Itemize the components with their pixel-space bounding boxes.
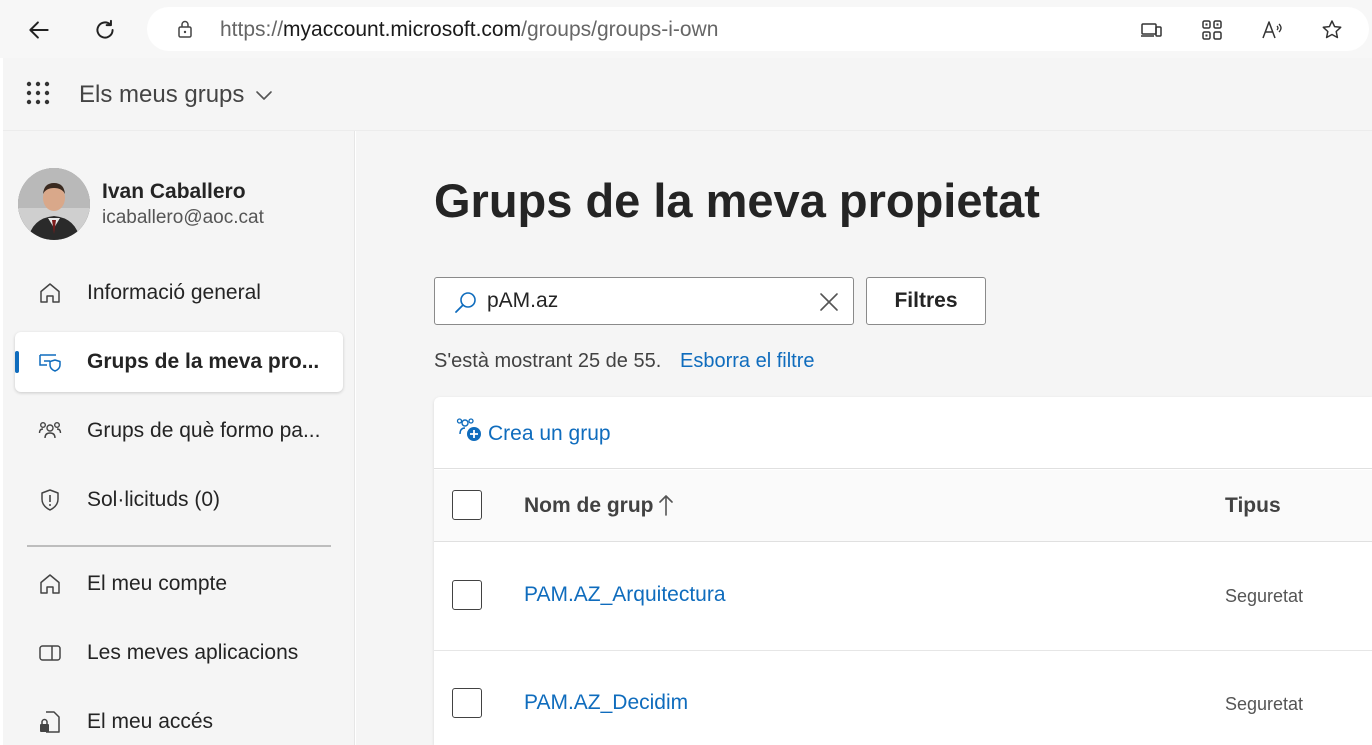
home-icon <box>37 571 63 597</box>
select-all-checkbox[interactable] <box>452 490 482 520</box>
app-header: Els meus grups <box>3 58 1372 131</box>
clear-filter-link[interactable]: Esborra el filtre <box>680 350 815 373</box>
row-checkbox[interactable] <box>452 688 482 718</box>
back-arrow-icon <box>29 21 49 39</box>
filters-button[interactable]: Filtres <box>866 277 986 325</box>
device-icon[interactable] <box>1138 17 1164 43</box>
user-name: Ivan Caballero <box>102 180 246 203</box>
sidebar-divider <box>27 545 331 547</box>
row-checkbox[interactable] <box>452 580 482 610</box>
sidebar-item-groups-member[interactable]: Grups de què formo pa... <box>15 401 343 461</box>
sidebar-item-my-access[interactable]: El meu accés <box>15 692 343 745</box>
sidebar-item-label: Informació general <box>87 281 261 304</box>
table-row[interactable]: PAM.AZ_Arquitectura Seguretat <box>434 543 1372 651</box>
add-group-icon[interactable] <box>456 417 484 445</box>
lock-icon <box>178 20 192 38</box>
app-switcher[interactable]: Els meus grups <box>79 81 274 109</box>
sidebar-item-my-account[interactable]: El meu compte <box>15 554 343 614</box>
url-text: https://myaccount.microsoft.com/groups/g… <box>220 18 719 41</box>
app-title: Els meus grups <box>79 81 245 108</box>
group-type: Seguretat <box>1225 586 1304 606</box>
group-type: Seguretat <box>1225 694 1304 714</box>
sidebar-item-label: Sol·licituds (0) <box>87 488 221 511</box>
lock-document-icon <box>37 709 63 735</box>
sidebar: Ivan Caballero icaballero@aoc.cat Inform… <box>3 131 355 745</box>
column-header-name[interactable]: Nom de grup <box>524 494 654 518</box>
command-bar: Crea un grup <box>434 397 1372 469</box>
search-box[interactable] <box>434 277 854 325</box>
table-row[interactable]: PAM.AZ_Decidim Seguretat <box>434 651 1372 745</box>
create-group-button[interactable]: Crea un grup <box>488 422 611 446</box>
qr-code-icon[interactable] <box>1199 17 1225 43</box>
sidebar-item-my-apps[interactable]: Les meves aplicacions <box>15 623 343 683</box>
app-launcher-icon[interactable] <box>25 80 51 106</box>
group-name-link[interactable]: PAM.AZ_Arquitectura <box>524 583 726 607</box>
search-icon <box>455 292 476 313</box>
search-input[interactable] <box>487 286 807 316</box>
refresh-button[interactable] <box>85 10 125 50</box>
sidebar-item-label: El meu compte <box>87 572 228 595</box>
sidebar-item-label: El meu accés <box>87 710 214 733</box>
back-button[interactable] <box>19 10 59 50</box>
user-photo <box>18 168 90 240</box>
user-email: icaballero@aoc.cat <box>102 207 264 228</box>
read-aloud-icon[interactable] <box>1259 17 1285 43</box>
avatar[interactable] <box>18 168 90 240</box>
group-shield-icon <box>37 349 63 375</box>
sidebar-item-label: Grups de què formo pa... <box>87 419 321 442</box>
result-count: S'està mostrant 25 de 55. <box>434 350 662 372</box>
sidebar-item-label: Grups de la meva pro... <box>87 350 320 373</box>
sidebar-item-groups-i-own[interactable]: Grups de la meva pro... <box>15 332 343 392</box>
people-community-icon <box>37 418 63 444</box>
page-title: Grups de la meva propietat <box>434 174 1040 227</box>
refresh-icon <box>96 19 114 39</box>
shield-icon <box>37 487 63 513</box>
browser-toolbar: https://myaccount.microsoft.com/groups/g… <box>0 0 1372 58</box>
group-name-link[interactable]: PAM.AZ_Decidim <box>524 691 688 715</box>
favorite-star-icon[interactable] <box>1319 17 1345 43</box>
apps-icon <box>37 640 63 666</box>
home-icon <box>37 280 63 306</box>
sort-ascending-icon[interactable] <box>656 492 676 518</box>
sidebar-item-overview[interactable]: Informació general <box>15 263 343 323</box>
address-bar[interactable]: https://myaccount.microsoft.com/groups/g… <box>147 7 1369 51</box>
chevron-down-icon <box>256 91 273 100</box>
close-icon[interactable] <box>817 290 841 314</box>
column-header-type[interactable]: Tipus <box>1225 494 1281 518</box>
main-content: Grups de la meva propietat Filtres S'est… <box>356 131 1372 745</box>
sidebar-item-label: Les meves aplicacions <box>87 641 299 664</box>
sidebar-item-requests[interactable]: Sol·licituds (0) <box>15 470 343 530</box>
groups-table-card: Crea un grup Nom de grup Tipus PAM.AZ_Ar… <box>434 397 1372 745</box>
table-header: Nom de grup Tipus <box>434 470 1372 542</box>
